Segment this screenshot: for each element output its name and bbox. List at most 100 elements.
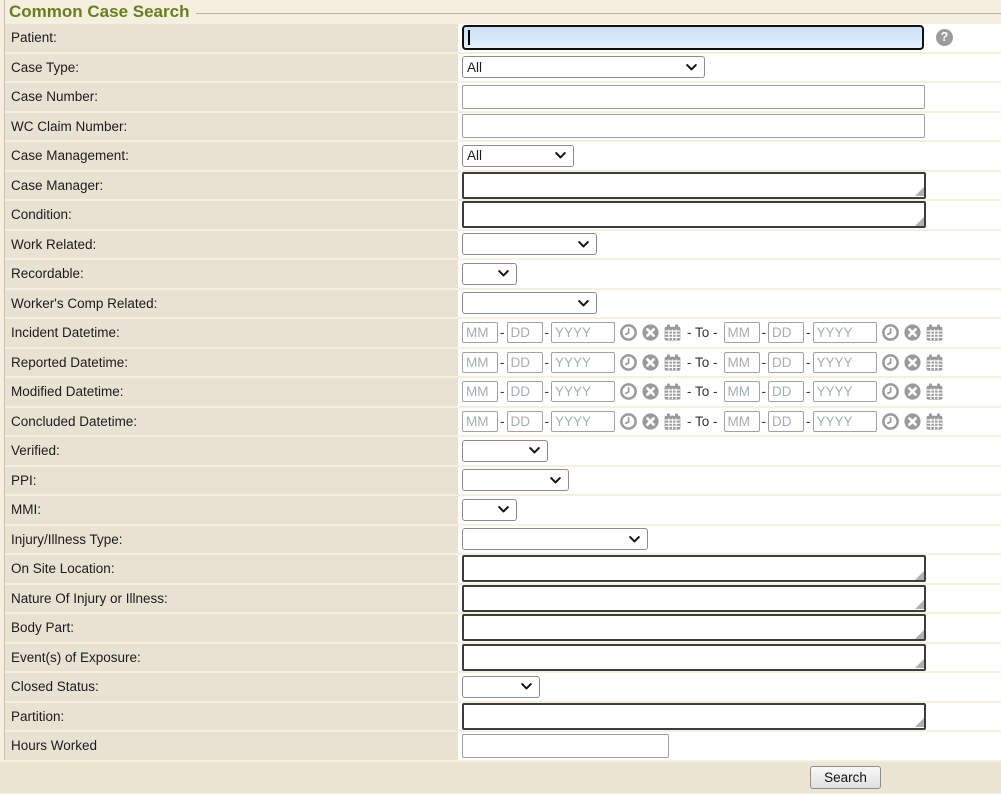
row-case-management: Case Management: All xyxy=(5,142,1001,170)
clock-icon[interactable] xyxy=(620,324,637,341)
clear-icon[interactable] xyxy=(904,324,921,341)
injury-illness-type-select[interactable] xyxy=(462,528,648,550)
modified-to-year-input[interactable] xyxy=(813,381,877,402)
range-separator: - To - xyxy=(687,384,718,399)
calendar-icon[interactable] xyxy=(664,413,681,430)
legend-divider xyxy=(196,13,1001,14)
modified-from-year-input[interactable] xyxy=(551,381,615,402)
clock-icon[interactable] xyxy=(882,324,899,341)
resize-grip-icon[interactable] xyxy=(915,217,924,226)
clear-icon[interactable] xyxy=(642,383,659,400)
modified-from-day-input[interactable] xyxy=(507,381,543,402)
concluded-to-month-input[interactable] xyxy=(724,411,760,432)
incident-from-day-input[interactable] xyxy=(507,322,543,343)
row-injury-illness-type: Injury/Illness Type: xyxy=(5,526,1001,554)
incident-to-month-input[interactable] xyxy=(724,322,760,343)
resize-grip-icon[interactable] xyxy=(915,659,924,668)
reported-from-month-input[interactable] xyxy=(462,352,498,373)
resize-grip-icon[interactable] xyxy=(915,630,924,639)
search-button[interactable]: Search xyxy=(810,766,881,789)
clear-icon[interactable] xyxy=(904,413,921,430)
calendar-icon[interactable] xyxy=(664,383,681,400)
label-injury-illness-type: Injury/Illness Type: xyxy=(5,526,458,554)
common-case-search-page: Common Case Search Patient: ? Case Type:… xyxy=(0,0,1001,793)
mmi-select[interactable] xyxy=(462,499,517,521)
modified-to-day-input[interactable] xyxy=(768,381,804,402)
resize-grip-icon[interactable] xyxy=(915,600,924,609)
condition-textarea[interactable] xyxy=(462,201,926,228)
calendar-icon[interactable] xyxy=(926,354,943,371)
calendar-icon[interactable] xyxy=(664,354,681,371)
ppi-select[interactable] xyxy=(462,469,569,491)
clock-icon[interactable] xyxy=(620,354,637,371)
date-separator: - xyxy=(806,384,811,399)
wc-claim-number-input[interactable] xyxy=(462,114,925,138)
date-separator: - xyxy=(545,414,550,429)
modified-to-month-input[interactable] xyxy=(724,381,760,402)
incident-to-year-input[interactable] xyxy=(813,322,877,343)
search-form: Common Case Search Patient: ? Case Type:… xyxy=(4,0,1001,760)
resize-grip-icon[interactable] xyxy=(915,571,924,580)
nature-of-injury-textarea[interactable] xyxy=(462,585,926,612)
events-of-exposure-textarea[interactable] xyxy=(462,644,926,671)
case-number-input[interactable] xyxy=(462,85,925,109)
concluded-to-year-input[interactable] xyxy=(813,411,877,432)
range-separator: - To - xyxy=(687,325,718,340)
clear-icon[interactable] xyxy=(904,383,921,400)
clock-icon[interactable] xyxy=(882,383,899,400)
incident-from-month-input[interactable] xyxy=(462,322,498,343)
clock-icon[interactable] xyxy=(620,413,637,430)
incident-to-day-input[interactable] xyxy=(768,322,804,343)
resize-grip-icon[interactable] xyxy=(915,187,924,196)
clock-icon[interactable] xyxy=(620,383,637,400)
date-separator: - xyxy=(545,384,550,399)
recordable-select[interactable] xyxy=(462,263,517,285)
reported-to-month-input[interactable] xyxy=(724,352,760,373)
selected-value: All xyxy=(467,60,482,75)
partition-textarea[interactable] xyxy=(462,703,926,730)
clock-icon[interactable] xyxy=(882,354,899,371)
help-icon[interactable]: ? xyxy=(936,29,953,46)
patient-input[interactable] xyxy=(462,25,924,50)
case-manager-textarea[interactable] xyxy=(462,172,926,199)
modified-from-month-input[interactable] xyxy=(462,381,498,402)
row-events-of-exposure: Event(s) of Exposure: xyxy=(5,644,1001,672)
resize-grip-icon[interactable] xyxy=(915,718,924,727)
clear-icon[interactable] xyxy=(642,413,659,430)
workers-comp-related-select[interactable] xyxy=(462,292,597,314)
case-type-select[interactable]: All xyxy=(462,56,705,78)
reported-to-day-input[interactable] xyxy=(768,352,804,373)
clear-icon[interactable] xyxy=(642,324,659,341)
clock-icon[interactable] xyxy=(882,413,899,430)
verified-select[interactable] xyxy=(462,440,548,462)
date-separator: - xyxy=(500,355,505,370)
reported-from-year-input[interactable] xyxy=(551,352,615,373)
row-workers-comp-related: Worker's Comp Related: xyxy=(5,290,1001,318)
label-reported-datetime: Reported Datetime: xyxy=(5,349,458,377)
calendar-icon[interactable] xyxy=(926,383,943,400)
selected-value: All xyxy=(467,148,482,163)
calendar-icon[interactable] xyxy=(926,413,943,430)
concluded-from-year-input[interactable] xyxy=(551,411,615,432)
work-related-select[interactable] xyxy=(462,233,597,255)
calendar-icon[interactable] xyxy=(926,324,943,341)
clear-icon[interactable] xyxy=(642,354,659,371)
concluded-from-day-input[interactable] xyxy=(507,411,543,432)
case-management-select[interactable]: All xyxy=(462,145,574,167)
date-separator: - xyxy=(806,355,811,370)
calendar-icon[interactable] xyxy=(664,324,681,341)
date-separator: - xyxy=(762,414,767,429)
label-recordable: Recordable: xyxy=(5,260,458,288)
body-part-textarea[interactable] xyxy=(462,614,926,641)
closed-status-select[interactable] xyxy=(462,676,540,698)
hours-worked-input[interactable] xyxy=(462,734,669,758)
reported-to-year-input[interactable] xyxy=(813,352,877,373)
concluded-from-month-input[interactable] xyxy=(462,411,498,432)
row-nature-of-injury: Nature Of Injury or Illness: xyxy=(5,585,1001,613)
date-separator: - xyxy=(545,325,550,340)
incident-from-year-input[interactable] xyxy=(551,322,615,343)
reported-from-day-input[interactable] xyxy=(507,352,543,373)
concluded-to-day-input[interactable] xyxy=(768,411,804,432)
on-site-location-textarea[interactable] xyxy=(462,555,926,582)
clear-icon[interactable] xyxy=(904,354,921,371)
